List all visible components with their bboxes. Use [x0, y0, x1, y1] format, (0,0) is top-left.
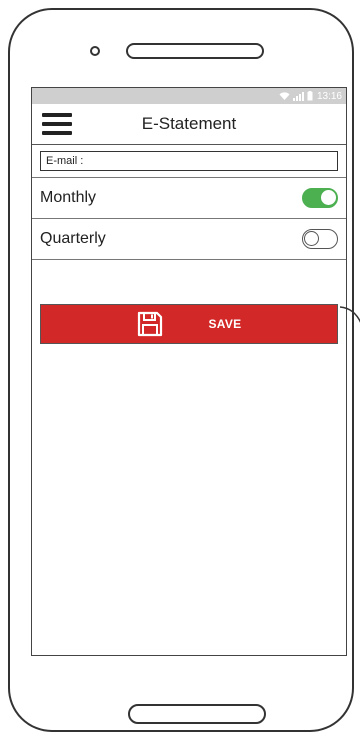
home-button[interactable] — [128, 704, 266, 724]
status-time: 13:16 — [316, 90, 342, 102]
battery-icon — [307, 91, 313, 101]
option-row-quarterly: Quarterly — [32, 219, 346, 260]
option-row-monthly: Monthly — [32, 178, 346, 219]
option-label-monthly: Monthly — [40, 189, 97, 206]
app-bar: E-Statement — [32, 104, 346, 145]
signal-icon — [292, 91, 304, 101]
email-field[interactable] — [40, 151, 338, 171]
speaker-grille — [126, 43, 264, 59]
monthly-toggle[interactable] — [302, 188, 338, 208]
page-title: E-Statement — [141, 114, 237, 133]
wifi-icon — [279, 91, 290, 100]
email-row — [32, 145, 346, 178]
connector-line — [340, 306, 360, 323]
save-icon — [137, 311, 162, 337]
save-button[interactable]: SAVE — [40, 304, 338, 344]
camera-icon — [90, 46, 100, 56]
save-button-label: SAVE — [208, 317, 242, 331]
screen: 13:16 E-Statement Monthly Quarterly SAVE — [31, 87, 347, 656]
status-bar: 13:16 — [32, 88, 346, 104]
option-label-quarterly: Quarterly — [40, 230, 106, 247]
quarterly-toggle[interactable] — [302, 229, 338, 249]
